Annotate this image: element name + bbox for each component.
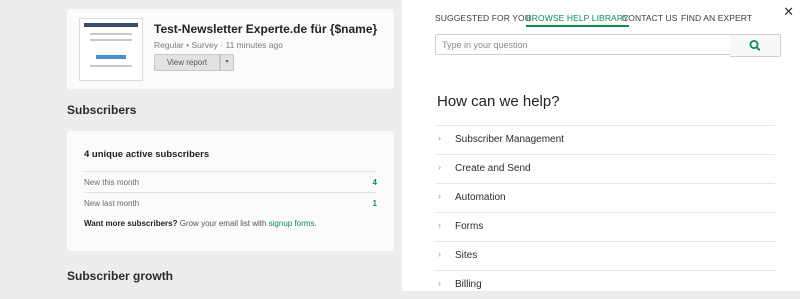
view-report-button[interactable]: View report: [154, 54, 220, 71]
stat-row-this-month: New this month 4: [84, 171, 377, 193]
topic-billing[interactable]: › Billing: [435, 270, 775, 299]
stat-label: New this month: [84, 178, 140, 187]
signup-forms-link[interactable]: signup forms: [269, 219, 315, 228]
topic-forms[interactable]: › Forms: [435, 212, 775, 241]
stat-value: 1: [372, 199, 377, 208]
help-topic-list: › Subscriber Management › Create and Sen…: [435, 125, 775, 299]
search-button[interactable]: [730, 34, 781, 57]
cta-bold: Want more subscribers?: [84, 219, 178, 228]
subscribers-card: 4 unique active subscribers New this mon…: [67, 131, 394, 251]
topic-create-and-send[interactable]: › Create and Send: [435, 154, 775, 183]
close-icon[interactable]: ✕: [783, 4, 794, 20]
unique-subscribers-heading: 4 unique active subscribers: [84, 149, 210, 160]
cta-end: .: [314, 219, 317, 228]
more-subscribers-cta: Want more subscribers? Grow your email l…: [84, 219, 317, 228]
topic-sites[interactable]: › Sites: [435, 241, 775, 270]
campaign-meta: Regular • Survey · 11 minutes ago: [154, 40, 283, 50]
subscribers-title: Subscribers: [67, 103, 137, 117]
tab-suggested-for-you[interactable]: SUGGESTED FOR YOU: [435, 13, 531, 23]
view-report-dropdown-icon[interactable]: ▾: [220, 54, 234, 71]
chevron-right-icon: ›: [438, 162, 441, 172]
stat-row-last-month: New last month 1: [84, 192, 377, 214]
subscriber-growth-title: Subscriber growth: [67, 269, 174, 283]
tab-browse-help-library[interactable]: BROWSE HELP LIBRARY: [526, 13, 629, 27]
topic-label: Forms: [455, 221, 484, 232]
topic-label: Automation: [455, 192, 506, 203]
chevron-right-icon: ›: [438, 249, 441, 259]
campaign-card: Test-Newsletter Experte.de für {$name} R…: [67, 9, 394, 89]
cta-text: Grow your email list with: [177, 219, 269, 228]
chevron-right-icon: ›: [438, 191, 441, 201]
stat-value: 4: [372, 178, 377, 187]
topic-subscriber-management[interactable]: › Subscriber Management: [435, 125, 775, 154]
help-heading: How can we help?: [437, 93, 560, 110]
help-panel: ✕ SUGGESTED FOR YOU BROWSE HELP LIBRARY …: [402, 0, 800, 291]
help-search-input[interactable]: [435, 34, 733, 55]
tab-find-an-expert[interactable]: FIND AN EXPERT: [681, 13, 752, 23]
topic-label: Sites: [455, 250, 478, 261]
tab-contact-us[interactable]: CONTACT US: [622, 13, 677, 23]
chevron-right-icon: ›: [438, 278, 441, 288]
newsletter-thumbnail[interactable]: [79, 18, 143, 81]
chevron-right-icon: ›: [438, 220, 441, 230]
topic-label: Billing: [455, 279, 482, 290]
campaign-title[interactable]: Test-Newsletter Experte.de für {$name}: [154, 22, 377, 36]
chevron-right-icon: ›: [438, 133, 441, 143]
search-icon: [749, 40, 761, 51]
topic-automation[interactable]: › Automation: [435, 183, 775, 212]
topic-label: Subscriber Management: [455, 134, 564, 145]
stat-label: New last month: [84, 199, 140, 208]
topic-label: Create and Send: [455, 163, 531, 174]
